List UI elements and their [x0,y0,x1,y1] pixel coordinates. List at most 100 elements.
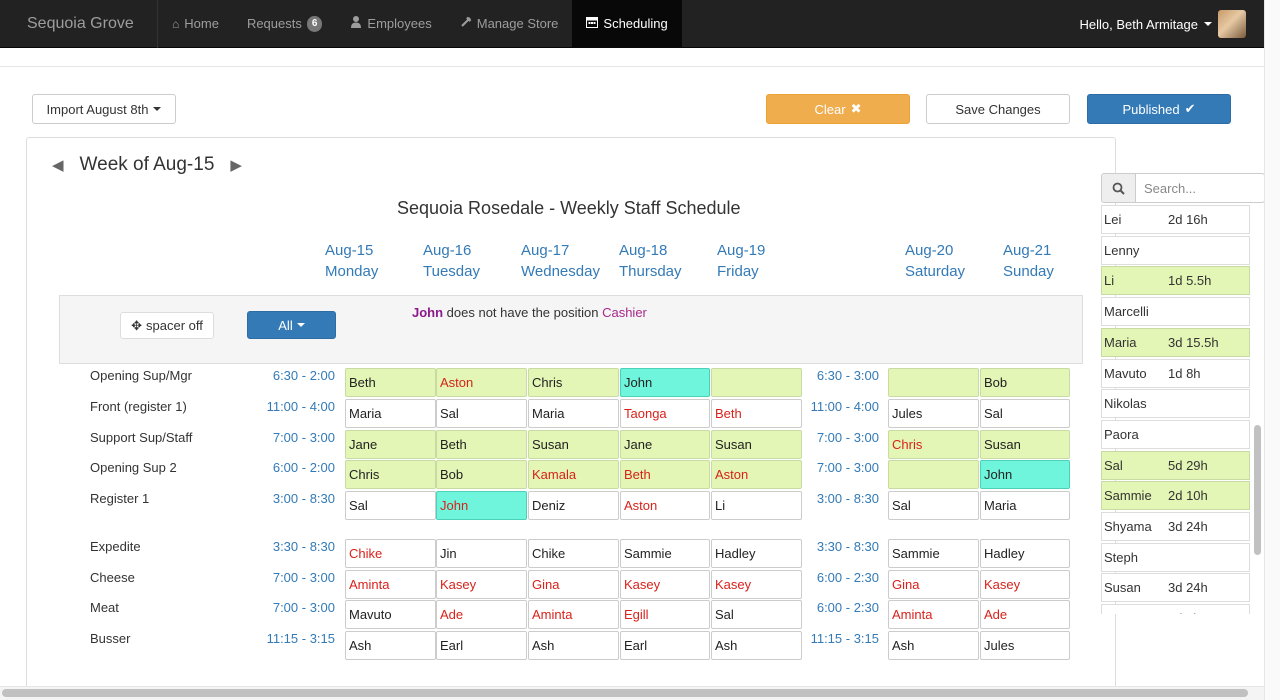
shift-cell[interactable] [888,368,979,397]
avatar[interactable] [1218,10,1246,38]
weekday-shift-time[interactable]: 3:00 - 8:30 [255,491,335,506]
shift-cell[interactable]: Jane [620,430,710,459]
employee-list-item[interactable]: T 1d 5h [1101,604,1250,614]
horizontal-scrollbar[interactable] [2,689,1248,697]
employee-list-item[interactable]: Susan 3d 24h [1101,573,1250,603]
shift-cell[interactable]: Gina [888,570,979,599]
shift-cell[interactable]: Maria [528,399,619,428]
weekday-shift-time[interactable]: 7:00 - 3:00 [255,570,335,585]
shift-cell[interactable]: Earl [436,631,527,660]
shift-cell[interactable]: John [436,491,527,520]
import-button[interactable]: Import August 8th [32,94,176,124]
shift-cell[interactable]: Mavuto [345,600,436,629]
weekend-shift-time[interactable]: 6:30 - 3:00 [799,368,879,383]
shift-cell[interactable]: Hadley [980,539,1070,568]
weekend-shift-time[interactable]: 7:00 - 3:00 [799,460,879,475]
shift-cell[interactable]: Chris [345,460,436,489]
shift-cell[interactable]: Chike [528,539,619,568]
shift-cell[interactable] [711,368,802,397]
shift-cell[interactable]: Ade [980,600,1070,629]
shift-cell[interactable]: Maria [980,491,1070,520]
save-changes-button[interactable]: Save Changes [926,94,1070,124]
shift-cell[interactable]: Egill [620,600,710,629]
shift-cell[interactable]: Sal [436,399,527,428]
shift-cell[interactable]: Sal [711,600,802,629]
shift-cell[interactable]: Jules [888,399,979,428]
weekend-shift-time[interactable]: 3:00 - 8:30 [799,491,879,506]
shift-cell[interactable]: John [620,368,710,397]
user-menu[interactable]: Hello, Beth Armitage [1079,0,1246,48]
shift-cell[interactable]: Beth [711,399,802,428]
shift-cell[interactable]: Sal [980,399,1070,428]
shift-cell[interactable]: Ade [436,600,527,629]
employee-list-item[interactable]: Shyama 3d 24h [1101,512,1250,541]
weekday-shift-time[interactable]: 6:00 - 2:00 [255,460,335,475]
weekday-shift-time[interactable]: 6:30 - 2:00 [255,368,335,383]
scrollbar[interactable] [1254,425,1261,555]
shift-cell[interactable]: Jules [980,631,1070,660]
shift-cell[interactable]: Hadley [711,539,802,568]
shift-cell[interactable]: Deniz [528,491,619,520]
shift-cell[interactable]: Susan [980,430,1070,459]
employee-list-item[interactable]: Sal 5d 29h [1101,450,1250,480]
shift-cell[interactable]: Beth [345,368,436,397]
shift-cell[interactable]: Ash [888,631,979,660]
employee-list-item[interactable]: Marcelli [1101,297,1250,327]
nav-requests[interactable]: Requests 6 [233,0,336,48]
employee-list-item[interactable]: Paora [1101,419,1250,449]
shift-cell[interactable]: Kasey [980,570,1070,599]
nav-employees[interactable]: Employees [336,0,445,48]
shift-cell[interactable]: Ash [345,631,436,660]
employee-list-item[interactable]: Lenny [1101,235,1250,265]
shift-cell[interactable]: Jane [345,430,436,459]
shift-cell[interactable]: Kamala [528,460,619,489]
shift-cell[interactable]: Beth [620,460,710,489]
nav-scheduling[interactable]: Scheduling [572,0,682,48]
shift-cell[interactable]: Aminta [345,570,436,599]
shift-cell[interactable]: Chris [528,368,619,397]
employee-list-item[interactable]: Sammie 2d 10h [1101,481,1250,511]
shift-cell[interactable]: Taonga [620,399,710,428]
shift-cell[interactable]: Sal [888,491,979,520]
shift-cell[interactable]: Aston [436,368,527,397]
shift-cell[interactable]: Chris [888,430,979,459]
shift-cell[interactable]: Sal [345,491,436,520]
weekday-shift-time[interactable]: 7:00 - 3:00 [255,430,335,445]
shift-cell[interactable]: Li [711,491,802,520]
shift-cell[interactable]: Ash [528,631,619,660]
shift-cell[interactable]: Aminta [528,600,619,629]
employee-list-item[interactable]: Steph [1101,542,1250,572]
weekend-shift-time[interactable]: 7:00 - 3:00 [799,430,879,445]
shift-cell[interactable]: John [980,460,1070,489]
filter-dropdown[interactable]: All [247,311,336,339]
search-input[interactable] [1136,173,1265,203]
weekend-shift-time[interactable]: 6:00 - 2:30 [799,600,879,615]
chevron-left-icon[interactable]: ◀ [52,156,64,174]
shift-cell[interactable]: Earl [620,631,710,660]
shift-cell[interactable]: Sammie [620,539,710,568]
employee-list-item[interactable]: Li 1d 5.5h [1101,266,1250,296]
spacer-toggle-button[interactable]: ✥ spacer off [120,312,214,339]
shift-cell[interactable]: Sammie [888,539,979,568]
shift-cell[interactable]: Maria [345,399,436,428]
brand-logo[interactable]: Sequoia Grove [0,0,158,48]
shift-cell[interactable]: Gina [528,570,619,599]
employee-list-item[interactable]: Lei 2d 16h [1101,205,1250,234]
weekend-shift-time[interactable]: 6:00 - 2:30 [799,570,879,585]
shift-cell[interactable]: Aston [711,460,802,489]
shift-cell[interactable]: Jin [436,539,527,568]
shift-cell[interactable]: Kasey [711,570,802,599]
weekday-shift-time[interactable]: 11:00 - 4:00 [255,399,335,414]
employee-list-item[interactable]: Mavuto 1d 8h [1101,358,1250,388]
weekend-shift-time[interactable]: 11:15 - 3:15 [799,631,879,646]
shift-cell[interactable]: Ash [711,631,802,660]
clear-button[interactable]: Clear ✖ [766,94,910,124]
published-button[interactable]: Published ✔ [1087,94,1231,124]
weekday-shift-time[interactable]: 11:15 - 3:15 [255,631,335,646]
weekend-shift-time[interactable]: 3:30 - 8:30 [799,539,879,554]
shift-cell[interactable] [888,460,979,489]
shift-cell[interactable]: Susan [711,430,802,459]
weekday-shift-time[interactable]: 7:00 - 3:00 [255,600,335,615]
shift-cell[interactable]: Beth [436,430,527,459]
search-icon[interactable] [1101,173,1136,203]
